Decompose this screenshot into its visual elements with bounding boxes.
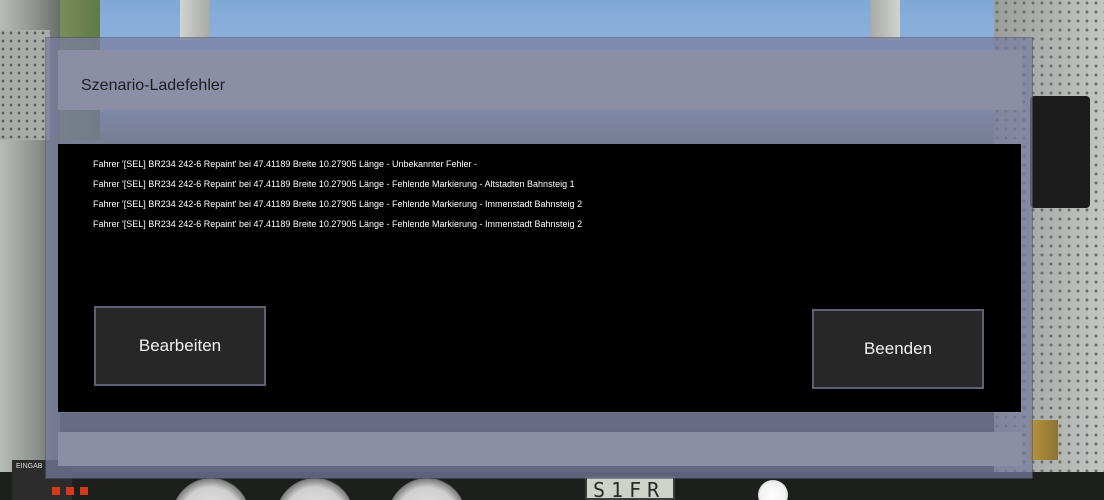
edit-button[interactable]: Bearbeiten <box>94 306 266 386</box>
error-line: Fahrer '[SEL] BR234 242-6 Repaint' bei 4… <box>93 219 583 229</box>
cab-control-device <box>1030 96 1090 208</box>
warning-lamp-2 <box>66 487 74 495</box>
warning-lamp-1 <box>52 487 60 495</box>
game-viewport: S1FR EINGAB Szenario-Ladefehler Fahrer '… <box>0 0 1104 500</box>
error-line: Fahrer '[SEL] BR234 242-6 Repaint' bei 4… <box>93 159 478 169</box>
cab-pillar-right <box>870 0 900 40</box>
error-line: Fahrer '[SEL] BR234 242-6 Repaint' bei 4… <box>93 179 575 189</box>
dialog-title-bar: Szenario-Ladefehler <box>58 50 1022 110</box>
error-line: Fahrer '[SEL] BR234 242-6 Repaint' bei 4… <box>93 199 583 209</box>
cab-digital-display: S1FR <box>585 476 675 500</box>
warning-lamp-3 <box>80 487 88 495</box>
cab-warning-lamps <box>52 482 172 496</box>
cab-speaker-grille-left <box>0 30 50 140</box>
gauge-dial-2 <box>276 478 354 500</box>
dialog-title: Szenario-Ladefehler <box>81 77 226 94</box>
cab-pillar-left <box>180 0 210 40</box>
scenario-load-error-dialog: Szenario-Ladefehler Fahrer '[SEL] BR234 … <box>46 38 1032 478</box>
dialog-footer-bar <box>58 432 1022 466</box>
gauge-dial-3 <box>388 478 466 500</box>
error-content-panel: Fahrer '[SEL] BR234 242-6 Repaint' bei 4… <box>58 144 1021 412</box>
error-list: Fahrer '[SEL] BR234 242-6 Repaint' bei 4… <box>93 154 582 234</box>
cab-yellow-lever <box>1030 420 1058 460</box>
quit-button[interactable]: Beenden <box>812 309 984 389</box>
gauge-dial-1 <box>172 478 250 500</box>
